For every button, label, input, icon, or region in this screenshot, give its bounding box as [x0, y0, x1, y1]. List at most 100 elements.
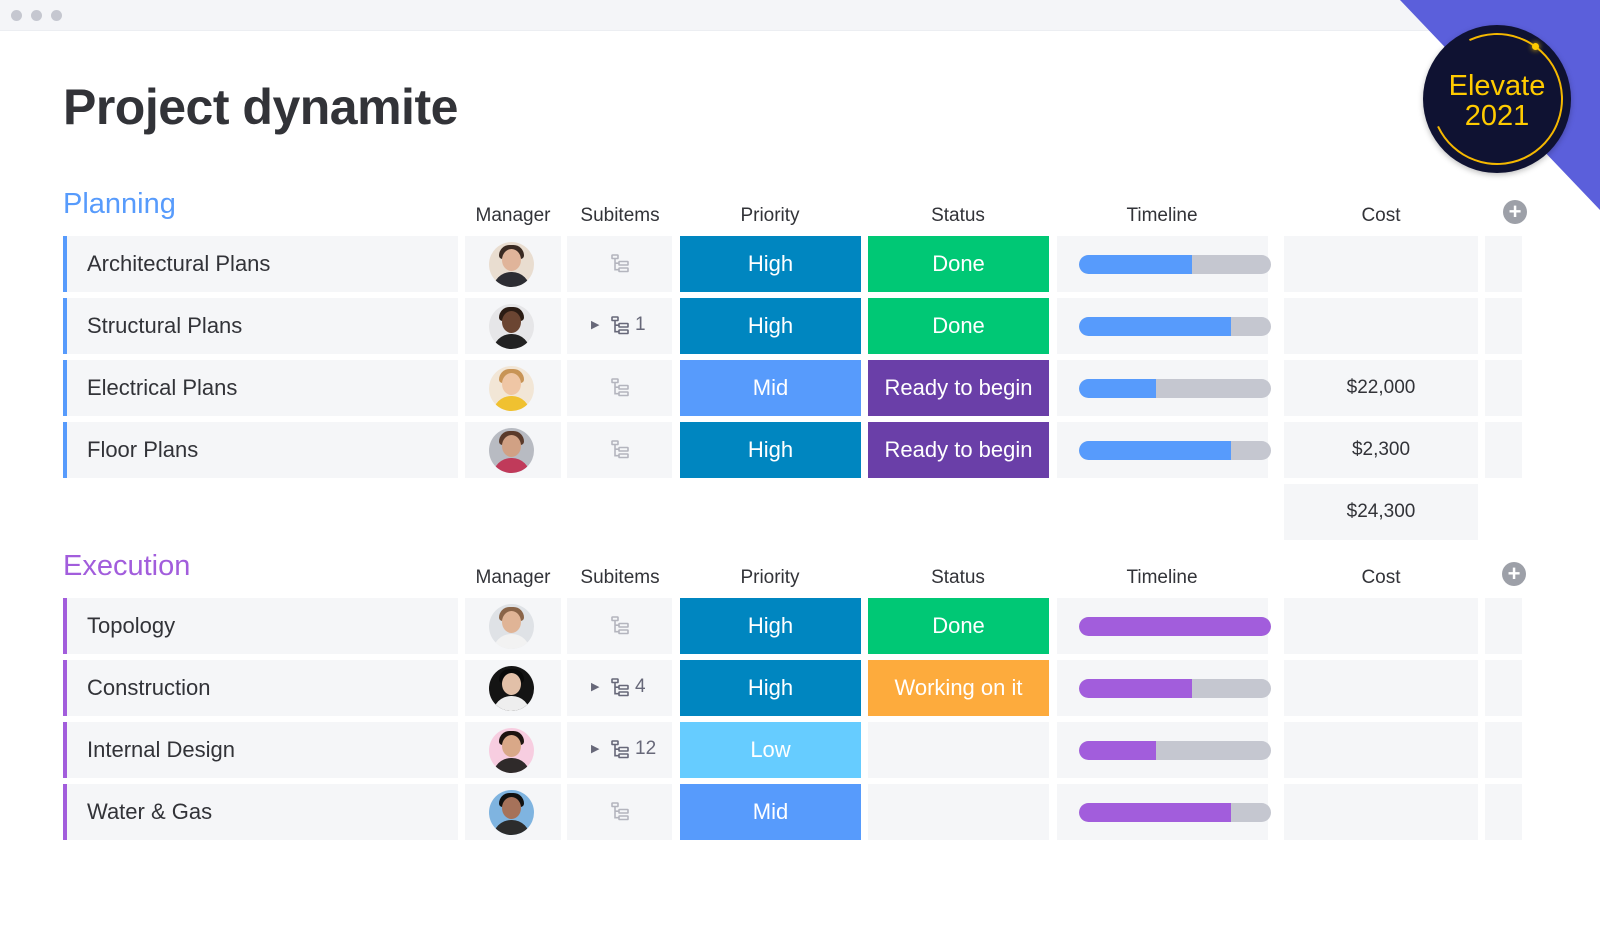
item-name[interactable]: Floor Plans — [87, 437, 198, 463]
item-name[interactable]: Water & Gas — [87, 799, 212, 825]
subitems-cell[interactable] — [567, 422, 672, 478]
cost-cell[interactable] — [1284, 236, 1478, 292]
manager-cell[interactable] — [465, 422, 561, 478]
column-header-subitems[interactable]: Subitems — [560, 567, 680, 589]
priority-label[interactable]: High — [680, 298, 861, 354]
timeline-cell[interactable] — [1057, 722, 1271, 778]
timeline-bar[interactable] — [1079, 803, 1271, 822]
column-header-status[interactable]: Status — [898, 205, 1018, 227]
timeline-bar[interactable] — [1079, 617, 1271, 636]
manager-avatar[interactable] — [489, 666, 534, 711]
priority-label[interactable]: High — [680, 422, 861, 478]
status-label[interactable]: Done — [868, 298, 1049, 354]
priority-label[interactable]: Mid — [680, 784, 861, 840]
manager-avatar[interactable] — [489, 428, 534, 473]
status-label[interactable]: Ready to begin — [868, 360, 1049, 416]
timeline-bar[interactable] — [1079, 741, 1271, 760]
manager-avatar[interactable] — [489, 242, 534, 287]
manager-cell[interactable] — [465, 660, 561, 716]
item-name-cell[interactable]: Construction — [63, 660, 458, 716]
column-header-cost[interactable]: Cost — [1321, 567, 1441, 589]
column-header-cost[interactable]: Cost — [1321, 205, 1441, 227]
subitems-cell[interactable] — [567, 598, 672, 654]
item-row[interactable]: Electrical Plans Mid Ready to begin $22,… — [0, 360, 1600, 416]
status-label[interactable]: Done — [868, 598, 1049, 654]
item-name[interactable]: Topology — [87, 613, 175, 639]
column-header-manager[interactable]: Manager — [453, 205, 573, 227]
cost-cell[interactable] — [1284, 722, 1478, 778]
manager-cell[interactable] — [465, 298, 561, 354]
item-name-cell[interactable]: Structural Plans — [63, 298, 458, 354]
timeline-bar[interactable] — [1079, 317, 1271, 336]
item-name-cell[interactable]: Electrical Plans — [63, 360, 458, 416]
priority-label[interactable]: High — [680, 236, 861, 292]
group-title[interactable]: Planning — [63, 188, 176, 221]
manager-cell[interactable] — [465, 360, 561, 416]
manager-cell[interactable] — [465, 722, 561, 778]
column-header-status[interactable]: Status — [898, 567, 1018, 589]
cost-cell[interactable]: $22,000 — [1284, 360, 1478, 416]
column-header-priority[interactable]: Priority — [710, 205, 830, 227]
add-column-plus-icon[interactable]: + — [1502, 562, 1526, 586]
timeline-bar[interactable] — [1079, 679, 1271, 698]
cost-cell[interactable] — [1284, 784, 1478, 840]
timeline-cell[interactable] — [1057, 660, 1271, 716]
item-name[interactable]: Construction — [87, 675, 211, 701]
item-row[interactable]: Construction ▶ 4 High Working on it — [0, 660, 1600, 716]
subitems-cell[interactable]: ▶ 4 — [567, 660, 672, 716]
timeline-cell[interactable] — [1057, 422, 1271, 478]
expand-caret-icon[interactable]: ▶ — [591, 318, 599, 331]
timeline-cell[interactable] — [1057, 598, 1271, 654]
item-row[interactable]: Floor Plans High Ready to begin $2,300 — [0, 422, 1600, 478]
manager-cell[interactable] — [465, 598, 561, 654]
timeline-cell[interactable] — [1057, 236, 1271, 292]
subitems-cell[interactable] — [567, 360, 672, 416]
status-label[interactable] — [868, 784, 1049, 840]
expand-caret-icon[interactable]: ▶ — [591, 742, 599, 755]
window-maximize-dot[interactable] — [51, 10, 62, 21]
timeline-bar[interactable] — [1079, 379, 1271, 398]
priority-label[interactable]: High — [680, 598, 861, 654]
manager-avatar[interactable] — [489, 790, 534, 835]
item-name-cell[interactable]: Topology — [63, 598, 458, 654]
item-row[interactable]: Internal Design ▶ 12 Low — [0, 722, 1600, 778]
timeline-cell[interactable] — [1057, 298, 1271, 354]
column-header-priority[interactable]: Priority — [710, 567, 830, 589]
status-label[interactable]: Ready to begin — [868, 422, 1049, 478]
column-header-timeline[interactable]: Timeline — [1102, 205, 1222, 227]
item-name-cell[interactable]: Floor Plans — [63, 422, 458, 478]
subitems-cell[interactable]: ▶ 12 — [567, 722, 672, 778]
manager-avatar[interactable] — [489, 304, 534, 349]
subitems-cell[interactable] — [567, 236, 672, 292]
timeline-bar[interactable] — [1079, 441, 1271, 460]
item-row[interactable]: Water & Gas Mid — [0, 784, 1600, 840]
manager-avatar[interactable] — [489, 366, 534, 411]
status-label[interactable]: Working on it — [868, 660, 1049, 716]
priority-label[interactable]: High — [680, 660, 861, 716]
manager-avatar[interactable] — [489, 604, 534, 649]
window-minimize-dot[interactable] — [31, 10, 42, 21]
cost-cell[interactable] — [1284, 660, 1478, 716]
expand-caret-icon[interactable]: ▶ — [591, 680, 599, 693]
column-header-timeline[interactable]: Timeline — [1102, 567, 1222, 589]
item-name[interactable]: Electrical Plans — [87, 375, 237, 401]
priority-label[interactable]: Low — [680, 722, 861, 778]
timeline-bar[interactable] — [1079, 255, 1271, 274]
item-row[interactable]: Topology High Done — [0, 598, 1600, 654]
subitems-cell[interactable]: ▶ 1 — [567, 298, 672, 354]
priority-label[interactable]: Mid — [680, 360, 861, 416]
cost-cell[interactable] — [1284, 598, 1478, 654]
timeline-cell[interactable] — [1057, 784, 1271, 840]
cost-cell[interactable]: $2,300 — [1284, 422, 1478, 478]
column-header-manager[interactable]: Manager — [453, 567, 573, 589]
column-header-subitems[interactable]: Subitems — [560, 205, 680, 227]
item-name[interactable]: Structural Plans — [87, 313, 242, 339]
manager-cell[interactable] — [465, 784, 561, 840]
add-column-plus-icon[interactable]: + — [1503, 200, 1527, 224]
cost-cell[interactable] — [1284, 298, 1478, 354]
item-row[interactable]: Architectural Plans High Done — [0, 236, 1600, 292]
item-row[interactable]: Structural Plans ▶ 1 High Done — [0, 298, 1600, 354]
item-name[interactable]: Internal Design — [87, 737, 235, 763]
status-label[interactable]: Done — [868, 236, 1049, 292]
item-name-cell[interactable]: Water & Gas — [63, 784, 458, 840]
